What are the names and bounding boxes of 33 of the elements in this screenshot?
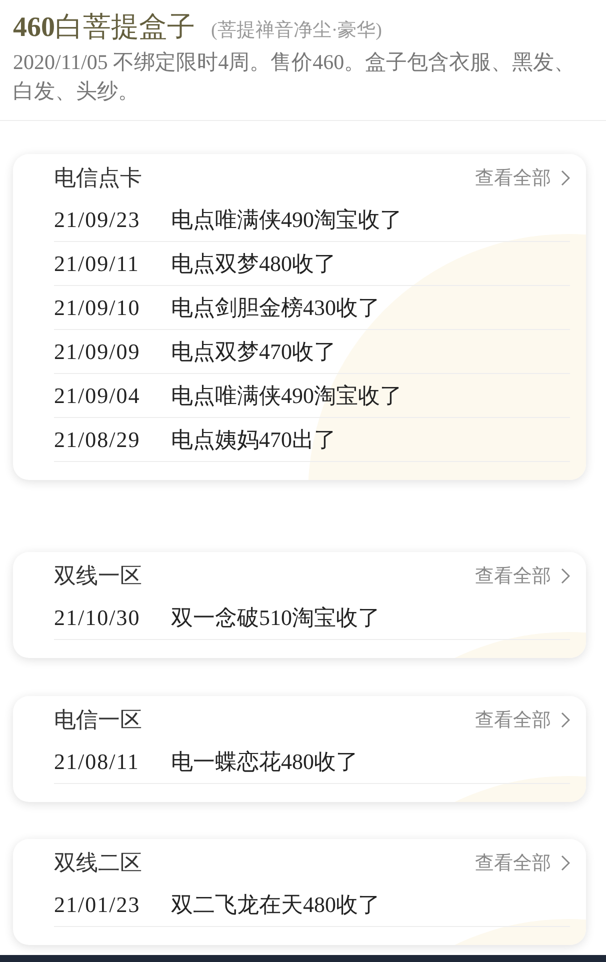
entry-text: 双二飞龙在天480收了: [171, 890, 380, 918]
chevron-right-icon: [561, 170, 570, 186]
entry-text: 双一念破510淘宝收了: [171, 604, 380, 632]
entry-text: 电点姨妈470出了: [171, 426, 336, 454]
entry-date: 21/08/29: [54, 426, 142, 452]
entry-date: 21/09/09: [54, 338, 142, 364]
chevron-right-icon: [561, 855, 570, 871]
view-all-link[interactable]: 查看全部: [475, 563, 570, 589]
entry-text: 电一蝶恋花480收了: [171, 748, 358, 776]
entry-date: 21/09/23: [54, 206, 142, 232]
section-title: 双线二区: [54, 849, 142, 877]
entry-date: 21/08/11: [54, 748, 140, 774]
view-all-link[interactable]: 查看全部: [475, 850, 570, 876]
entry-text: 电点剑胆金榜430收了: [171, 294, 380, 322]
section-title: 电信点卡: [54, 164, 142, 192]
entry-text: 电点双梦480收了: [171, 250, 336, 278]
entry-date: 21/09/10: [54, 294, 142, 320]
description-text: 2020/11/05 不绑定限时4周。售价460。盒子包含衣服、黑发、白发、头纱。: [13, 49, 576, 105]
entry-text: 电点唯满侠490淘宝收了: [171, 382, 402, 410]
entry-date: 21/09/04: [54, 382, 142, 408]
section-title: 电信一区: [54, 706, 142, 734]
chevron-right-icon: [561, 712, 570, 728]
page-title: 460白菩提盒子: [13, 11, 195, 45]
entry-date: 21/01/23: [54, 892, 142, 918]
view-all-link[interactable]: 查看全部: [475, 707, 570, 733]
view-all-link[interactable]: 查看全部: [475, 165, 570, 191]
entry-date: 21/09/11: [54, 250, 140, 276]
page-subtitle: (菩提禅音净尘·豪华): [211, 19, 382, 43]
section-title: 双线一区: [54, 562, 142, 590]
entry-date: 21/10/30: [54, 604, 142, 630]
entry-text: 电点双梦470收了: [171, 338, 336, 366]
entry-text: 电点唯满侠490淘宝收了: [171, 206, 402, 234]
chevron-right-icon: [561, 568, 570, 584]
